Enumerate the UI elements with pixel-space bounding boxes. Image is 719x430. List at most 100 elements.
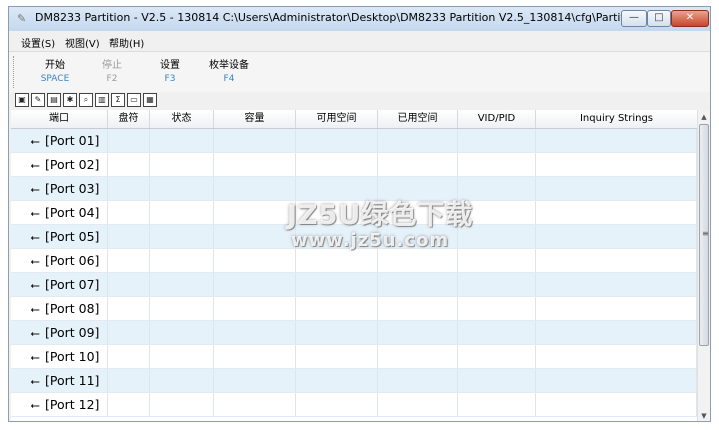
table-header: 端口 盘符 状态 容量 可用空间 已用空间 VID/PID Inquiry St… — [11, 110, 697, 129]
table-cell — [150, 393, 214, 416]
disk-icon[interactable]: ▣ — [15, 93, 29, 107]
table-cell — [108, 273, 150, 296]
column-status[interactable]: 状态 — [150, 110, 214, 128]
table-cell — [536, 273, 697, 296]
table-cell — [458, 177, 536, 200]
menu-view[interactable]: 视图(V) — [65, 35, 100, 50]
table-cell — [150, 177, 214, 200]
menu-settings[interactable]: 设置(S) — [21, 35, 55, 50]
pin-icon[interactable]: ✎ — [31, 93, 45, 107]
table-cell — [378, 345, 458, 368]
table-row[interactable]: ⭠ [Port 03] — [11, 177, 697, 201]
table-cell — [458, 249, 536, 272]
table-row[interactable]: ⭠ [Port 12] — [11, 393, 697, 417]
enumerate-devices-button[interactable]: 枚举设备 F4 — [207, 56, 251, 84]
column-drive-letter[interactable]: 盘符 — [108, 110, 150, 128]
table-row[interactable]: ⭠ [Port 06] — [11, 249, 697, 273]
scrollbar-thumb[interactable]: ≡ — [699, 124, 709, 346]
column-free-space[interactable]: 可用空间 — [296, 110, 378, 128]
port-table: 端口 盘符 状态 容量 可用空间 已用空间 VID/PID Inquiry St… — [11, 110, 697, 421]
scroll-up-arrow-icon[interactable]: ▲ — [698, 110, 710, 124]
column-used-space[interactable]: 已用空间 — [378, 110, 458, 128]
settings-shortcut: F3 — [164, 74, 176, 84]
usb-icon: ⭠ — [30, 350, 40, 364]
table-cell — [536, 201, 697, 224]
port-label: [Port 10] — [45, 349, 100, 364]
table-row[interactable]: ⭠ [Port 02] — [11, 153, 697, 177]
table-cell — [536, 249, 697, 272]
app-window: ✎ DM8233 Partition - V2.5 - 130814 C:\Us… — [8, 6, 711, 422]
enumerate-devices-shortcut: F4 — [223, 74, 235, 84]
table-cell — [458, 273, 536, 296]
table-cell — [296, 345, 378, 368]
document-icon[interactable]: ▤ — [47, 93, 61, 107]
port-cell: ⭠ [Port 10] — [11, 345, 108, 368]
table-cell — [296, 177, 378, 200]
column-inquiry-strings[interactable]: Inquiry Strings — [536, 110, 697, 128]
icon-toolbar: ▣ ✎ ▤ ✱ ⌕ ▥ Σ ▭ ▦ — [9, 92, 710, 109]
table-cell — [214, 297, 296, 320]
port-label: [Port 12] — [45, 397, 100, 412]
table-row[interactable]: ⭠ [Port 04] — [11, 201, 697, 225]
toolbar-grip[interactable] — [13, 56, 17, 88]
table-cell — [378, 297, 458, 320]
chart-icon[interactable]: ▥ — [95, 93, 109, 107]
menu-help[interactable]: 帮助(H) — [109, 35, 144, 50]
port-cell: ⭠ [Port 01] — [11, 129, 108, 152]
column-vid-pid[interactable]: VID/PID — [458, 110, 536, 128]
menu-bar: 设置(S) 视图(V) 帮助(H) — [9, 31, 710, 51]
table-cell — [378, 225, 458, 248]
table-cell — [214, 321, 296, 344]
table-cell — [378, 153, 458, 176]
maximize-button[interactable]: □ — [647, 10, 671, 27]
port-cell: ⭠ [Port 07] — [11, 273, 108, 296]
table-cell — [214, 153, 296, 176]
table-cell — [108, 321, 150, 344]
table-row[interactable]: ⭠ [Port 01] — [11, 129, 697, 153]
scroll-down-arrow-icon[interactable]: ▼ — [698, 409, 710, 421]
table-cell — [458, 321, 536, 344]
table-cell — [150, 225, 214, 248]
table-cell — [108, 177, 150, 200]
table-row[interactable]: ⭠ [Port 09] — [11, 321, 697, 345]
table-cell — [214, 201, 296, 224]
table-row[interactable]: ⭠ [Port 05] — [11, 225, 697, 249]
table-row[interactable]: ⭠ [Port 07] — [11, 273, 697, 297]
usb-icon: ⭠ — [30, 134, 40, 148]
port-label: [Port 04] — [45, 205, 100, 220]
column-port[interactable]: 端口 — [11, 110, 108, 128]
table-row[interactable]: ⭠ [Port 08] — [11, 297, 697, 321]
table-cell — [378, 249, 458, 272]
table-cell — [458, 201, 536, 224]
port-label: [Port 11] — [45, 373, 100, 388]
table-cell — [150, 369, 214, 392]
close-button[interactable]: ✕ — [671, 10, 709, 27]
port-label: [Port 07] — [45, 277, 100, 292]
table-cell — [150, 345, 214, 368]
minimize-button[interactable]: — — [621, 10, 647, 27]
usb-icon: ⭠ — [30, 254, 40, 268]
table-row[interactable]: ⭠ [Port 10] — [11, 345, 697, 369]
start-button[interactable]: 开始 SPACE — [35, 56, 75, 84]
table-cell — [536, 393, 697, 416]
table-cell — [378, 201, 458, 224]
column-capacity[interactable]: 容量 — [214, 110, 296, 128]
monitor-icon[interactable]: ▭ — [127, 93, 141, 107]
table-cell — [536, 153, 697, 176]
port-label: [Port 05] — [45, 229, 100, 244]
screen-icon[interactable]: ▦ — [143, 93, 157, 107]
port-label: [Port 01] — [45, 133, 100, 148]
lightbulb-icon[interactable]: ✱ — [63, 93, 77, 107]
port-label: [Port 09] — [45, 325, 100, 340]
vertical-scrollbar[interactable]: ▲ ≡ ▼ — [697, 110, 710, 421]
title-bar[interactable]: ✎ DM8233 Partition - V2.5 - 130814 C:\Us… — [9, 7, 710, 31]
search-icon[interactable]: ⌕ — [79, 93, 93, 107]
table-cell — [214, 393, 296, 416]
stop-button[interactable]: 停止 F2 — [97, 56, 127, 84]
table-cell — [296, 273, 378, 296]
table-row[interactable]: ⭠ [Port 11] — [11, 369, 697, 393]
port-cell: ⭠ [Port 02] — [11, 153, 108, 176]
sigma-icon[interactable]: Σ — [111, 93, 125, 107]
table-cell — [378, 273, 458, 296]
settings-button[interactable]: 设置 F3 — [155, 56, 185, 84]
